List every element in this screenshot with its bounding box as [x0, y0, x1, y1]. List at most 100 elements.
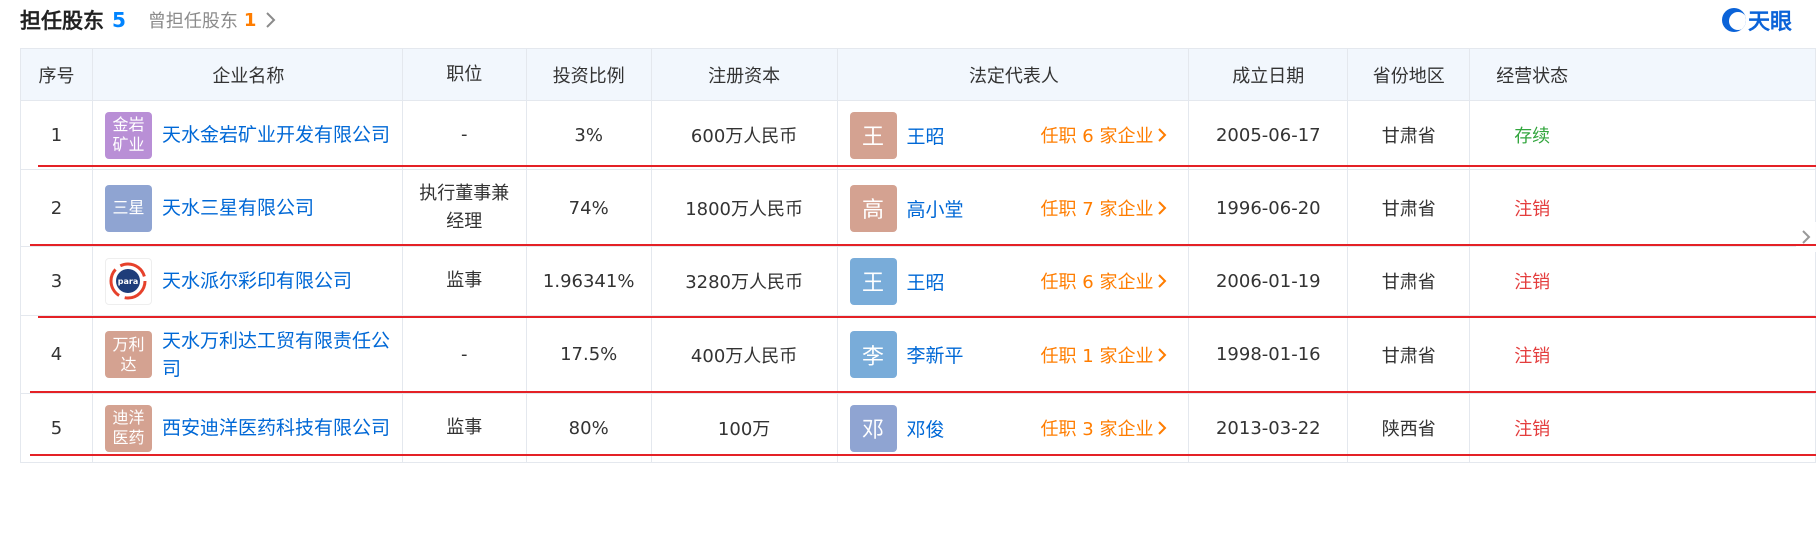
province-cell: 陕西省 — [1348, 394, 1471, 462]
status-cell: 注销 — [1470, 394, 1816, 462]
ratio-cell: 74% — [527, 170, 652, 246]
row-index: 4 — [21, 316, 93, 393]
column-header: 法定代表人 — [838, 49, 1190, 100]
position-cell: 监事 — [403, 247, 527, 315]
position-cell: - — [403, 316, 527, 393]
former-label: 曾担任股东 — [147, 11, 238, 32]
company-link[interactable]: 天水金岩矿业开发有限公司 — [162, 121, 390, 149]
logo-mark-icon — [1722, 8, 1746, 32]
status-badge: 注销 — [1514, 272, 1551, 293]
company-logo-badge: 金岩矿业 — [104, 111, 152, 159]
legal-rep-cell: 王 王昭 任职 6 家企业 — [838, 101, 1190, 169]
founded-date-cell: 1996-06-20 — [1189, 170, 1349, 246]
column-header: 经营状态 — [1470, 49, 1816, 100]
company-link[interactable]: 天水万利达工贸有限责任公司 — [162, 327, 392, 383]
company-link[interactable]: 天水派尔彩印有限公司 — [162, 267, 352, 295]
capital-cell: 400万人民币 — [652, 316, 838, 393]
company-link[interactable]: 西安迪洋医药科技有限公司 — [162, 414, 390, 442]
column-header: 投资比例 — [527, 49, 652, 100]
chevron-right-icon — [266, 12, 276, 28]
column-header: 职位 — [403, 49, 527, 100]
company-link[interactable]: 天水三星有限公司 — [162, 194, 314, 222]
legal-rep-link[interactable]: 王昭 — [907, 268, 1041, 295]
status-cell: 注销 — [1470, 170, 1816, 246]
founded-date-cell: 2013-03-22 — [1189, 394, 1349, 462]
legal-rep-cell: 邓 邓俊 任职 3 家企业 — [838, 394, 1190, 462]
capital-cell: 600万人民币 — [652, 101, 838, 169]
rep-jobs-link[interactable]: 任职 1 家企业 — [1041, 342, 1168, 368]
status-badge: 注销 — [1514, 199, 1551, 220]
company-logo-badge: 迪洋医药 — [104, 404, 152, 452]
chevron-right-icon — [1802, 230, 1811, 244]
section-count: 5 — [112, 8, 126, 32]
column-header: 企业名称 — [93, 49, 403, 100]
row-index: 3 — [21, 247, 93, 315]
column-header: 成立日期 — [1189, 49, 1349, 100]
chevron-right-icon — [1158, 274, 1167, 288]
legal-rep-link[interactable]: 李新平 — [907, 341, 1041, 368]
table-row: 1 金岩矿业 天水金岩矿业开发有限公司 - 3% 600万人民币 王 王昭 任职… — [21, 101, 1816, 170]
ratio-cell: 3% — [527, 101, 652, 169]
status-cell: 注销 — [1470, 316, 1816, 393]
table-header-row: 序号 企业名称 职位 投资比例 注册资本 法定代表人 成立日期 省份地区 经营状… — [21, 49, 1816, 101]
rep-jobs-text: 任职 6 家企业 — [1040, 126, 1154, 147]
company-cell: 三星 天水三星有限公司 — [93, 170, 403, 246]
rep-jobs-text: 任职 6 家企业 — [1040, 272, 1154, 293]
section-title: 担任股东 — [20, 9, 104, 33]
chevron-right-icon — [1158, 201, 1167, 215]
red-underline — [38, 165, 1816, 167]
rep-jobs-link[interactable]: 任职 3 家企业 — [1041, 415, 1168, 441]
rep-jobs-text: 任职 3 家企业 — [1040, 419, 1154, 440]
rep-jobs-link[interactable]: 任职 7 家企业 — [1041, 195, 1168, 221]
tianyancha-logo: 天眼 — [1722, 4, 1792, 36]
table-row: 2 三星 天水三星有限公司 执行董事兼经理 74% 1800万人民币 高 高小堂… — [21, 170, 1816, 247]
legal-rep-link[interactable]: 王昭 — [907, 122, 1041, 149]
province-cell: 甘肃省 — [1348, 170, 1471, 246]
company-cell: 万利达 天水万利达工贸有限责任公司 — [93, 316, 403, 393]
company-cell: 金岩矿业 天水金岩矿业开发有限公司 — [93, 101, 403, 169]
ratio-cell: 1.96341% — [527, 247, 652, 315]
scroll-right-button[interactable] — [1796, 222, 1816, 252]
red-underline — [30, 454, 1816, 456]
status-cell: 存续 — [1470, 101, 1816, 169]
shareholder-table: 序号 企业名称 职位 投资比例 注册资本 法定代表人 成立日期 省份地区 经营状… — [20, 48, 1816, 463]
former-count: 1 — [243, 9, 257, 31]
legal-rep-cell: 高 高小堂 任职 7 家企业 — [838, 170, 1190, 246]
avatar[interactable]: 王 — [849, 257, 897, 305]
legal-rep-link[interactable]: 邓俊 — [907, 415, 1041, 442]
avatar[interactable]: 邓 — [849, 404, 897, 452]
province-cell: 甘肃省 — [1348, 101, 1471, 169]
red-underline — [38, 316, 1816, 318]
legal-rep-link[interactable]: 高小堂 — [907, 195, 1041, 222]
chevron-right-icon — [1158, 128, 1167, 142]
logo-text: 天眼 — [1748, 10, 1793, 35]
rep-jobs-text: 任职 7 家企业 — [1040, 199, 1154, 220]
province-cell: 甘肃省 — [1348, 316, 1471, 393]
ratio-cell: 17.5% — [527, 316, 652, 393]
avatar[interactable]: 王 — [849, 111, 897, 159]
founded-date-cell: 1998-01-16 — [1189, 316, 1349, 393]
avatar[interactable]: 高 — [849, 184, 897, 232]
province-cell: 甘肃省 — [1348, 247, 1471, 315]
status-badge: 存续 — [1514, 126, 1551, 147]
avatar[interactable]: 李 — [849, 331, 897, 378]
rep-jobs-link[interactable]: 任职 6 家企业 — [1041, 268, 1168, 294]
status-cell: 注销 — [1470, 247, 1816, 315]
founded-date-cell: 2005-06-17 — [1189, 101, 1349, 169]
ratio-cell: 80% — [527, 394, 652, 462]
position-cell: 监事 — [403, 394, 527, 462]
capital-cell: 3280万人民币 — [652, 247, 838, 315]
status-badge: 注销 — [1514, 419, 1551, 440]
status-badge: 注销 — [1514, 345, 1551, 367]
table-row: 3 para 天水派尔彩印有限公司 监事 1.96341% 3280万人民币 王… — [21, 247, 1816, 316]
company-logo-badge: para — [104, 257, 152, 305]
former-shareholder-link[interactable]: 曾担任股东 1 — [148, 7, 277, 33]
legal-rep-cell: 李 李新平 任职 1 家企业 — [838, 316, 1190, 393]
para-logo-icon: para — [109, 262, 147, 300]
table-body: 1 金岩矿业 天水金岩矿业开发有限公司 - 3% 600万人民币 王 王昭 任职… — [21, 101, 1816, 463]
row-index: 1 — [21, 101, 93, 169]
red-underline — [30, 244, 1816, 246]
rep-jobs-link[interactable]: 任职 6 家企业 — [1041, 122, 1168, 148]
capital-cell: 100万 — [652, 394, 838, 462]
position-cell: 执行董事兼经理 — [403, 170, 527, 246]
